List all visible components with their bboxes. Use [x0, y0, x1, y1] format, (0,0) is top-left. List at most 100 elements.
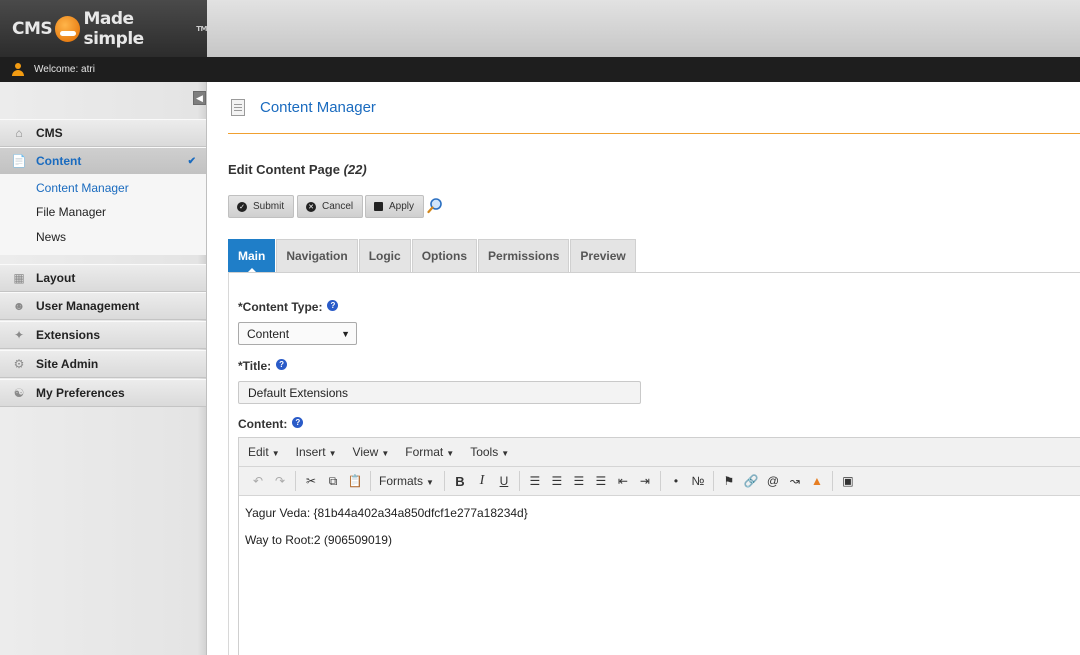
cut-icon[interactable]: ✂ [300, 470, 322, 492]
logo-text: CMS Made simple TM [12, 9, 207, 49]
nav-section-label: CMS [36, 126, 63, 140]
tab-options[interactable]: Options [411, 239, 478, 272]
italic-icon[interactable]: I [471, 470, 493, 492]
users-icon: ☻ [12, 299, 26, 313]
content-type-select[interactable]: Content ▼ [238, 322, 357, 345]
page-icon [231, 99, 245, 116]
title-value: Default Extensions [248, 385, 349, 400]
sidebar-item-file-manager[interactable]: File Manager [36, 205, 106, 219]
main-tab-panel: *Content Type: ? Content ▼ *Title: ? Def… [228, 272, 1080, 655]
menu-tools[interactable]: Tools ▼ [470, 445, 509, 459]
tab-preview[interactable]: Preview [570, 239, 636, 272]
align-center-icon[interactable]: ☰ [546, 470, 568, 492]
align-left-icon[interactable]: ☰ [524, 470, 546, 492]
toolbar-separator [659, 471, 661, 491]
toolbar-separator [712, 471, 714, 491]
rich-text-editor: Edit ▼ Insert ▼ View ▼ Format ▼ Tools ▼ ↶ ↷ ✂… [238, 437, 1080, 655]
email-icon[interactable]: @ [762, 470, 784, 492]
main-content: Content Manager Edit Content Page (22) ✓… [207, 82, 1080, 655]
nav-section-label: Extensions [36, 328, 101, 342]
home-icon: ⌂ [15, 126, 23, 140]
formats-dropdown[interactable]: Formats ▼ [379, 474, 434, 488]
bullet-list-icon[interactable]: • [665, 470, 687, 492]
menu-label: Edit [248, 445, 269, 459]
toolbar-separator [518, 471, 520, 491]
content-label-text: Content: [238, 417, 288, 431]
submit-label: Submit [253, 201, 285, 212]
align-justify-icon[interactable]: ☰ [590, 470, 612, 492]
nav-section-extensions[interactable]: ✦ Extensions [0, 321, 206, 349]
image-icon[interactable]: ▣ [837, 470, 859, 492]
formats-label: Formats [379, 474, 424, 488]
menu-insert[interactable]: Insert ▼ [296, 445, 337, 459]
bold-icon[interactable]: B [449, 470, 471, 492]
nav-section-content[interactable]: 📄 Content ✔ [0, 147, 206, 175]
nav-section-layout[interactable]: ▦ Layout [0, 264, 206, 292]
header: CMS Made simple TM [0, 0, 1080, 57]
apply-button[interactable]: Apply [365, 195, 425, 218]
toolbar-separator [831, 471, 833, 491]
logo-left-text: CMS [12, 18, 53, 39]
chevron-down-icon: ▼ [341, 329, 350, 339]
site-admin-icon: ⚙ [13, 357, 25, 371]
menu-edit[interactable]: Edit ▼ [248, 445, 280, 459]
undo-icon[interactable]: ↶ [247, 470, 269, 492]
nav-section-site-admin[interactable]: ⚙ Site Admin [0, 350, 206, 378]
help-icon[interactable]: ? [276, 358, 288, 370]
cancel-button[interactable]: ✕ Cancel [297, 195, 364, 218]
sidebar-item-news[interactable]: News [36, 230, 66, 244]
bookmark-icon[interactable]: ⚑ [718, 470, 740, 492]
link-icon[interactable]: 🔗 [740, 470, 762, 492]
editor-menubar: Edit ▼ Insert ▼ View ▼ Format ▼ Tools ▼ [239, 438, 1080, 467]
content-submenu: Content Manager File Manager News [0, 174, 206, 255]
apply-label: Apply [389, 201, 415, 212]
page-title[interactable]: Content Manager [260, 99, 376, 116]
cms-link-icon[interactable]: ▲ [806, 470, 828, 492]
user-icon [12, 63, 24, 76]
menu-format[interactable]: Format ▼ [405, 445, 454, 459]
title-input[interactable]: Default Extensions [238, 381, 641, 404]
tab-navigation[interactable]: Navigation [276, 239, 358, 272]
nav-section-label: User Management [36, 299, 140, 313]
tab-bar: Main Navigation Logic Options Permission… [228, 239, 637, 273]
caret-down-icon: ▼ [426, 478, 434, 487]
editor-body[interactable]: Yagur Veda: {81b44a402a34a850dfcf1e277a1… [239, 496, 1080, 570]
nav-section-my-preferences[interactable]: ☯ My Preferences [0, 379, 206, 407]
title-label-text: *Title: [238, 359, 272, 373]
preview-icon[interactable] [427, 197, 443, 215]
edit-heading: Edit Content Page (22) [228, 162, 367, 177]
collapse-sidebar-button[interactable]: ◀ [193, 91, 206, 105]
chevron-left-icon: ◀ [196, 92, 203, 103]
content-icon: 📄 [11, 154, 27, 168]
copy-icon[interactable]: ⧉ [322, 470, 344, 492]
redo-icon[interactable]: ↷ [269, 470, 291, 492]
tab-main[interactable]: Main [228, 239, 276, 273]
logo[interactable]: CMS Made simple TM [0, 0, 207, 57]
unlink-icon[interactable]: ↝ [784, 470, 806, 492]
menu-view[interactable]: View ▼ [353, 445, 390, 459]
toolbar-separator [370, 471, 371, 491]
tab-logic[interactable]: Logic [358, 239, 411, 272]
submit-button[interactable]: ✓ Submit [228, 195, 295, 218]
toolbar-separator [443, 471, 445, 491]
title-label: *Title: ? [238, 358, 288, 373]
editor-toolbar: ↶ ↷ ✂ ⧉ 📋 Formats ▼ B I U ☰ ☰ ☰ ☰ ⇤ ⇥ • … [239, 467, 1080, 496]
paste-icon[interactable]: 📋 [344, 470, 366, 492]
user-bar: Welcome: atri [0, 57, 1080, 82]
menu-label: View [352, 445, 379, 459]
nav-section-label: Layout [36, 271, 76, 285]
edit-page-id: (22) [343, 162, 367, 177]
help-icon[interactable]: ? [327, 299, 339, 311]
save-icon [374, 202, 383, 211]
nav-section-user-management[interactable]: ☻ User Management [0, 292, 206, 320]
help-icon[interactable]: ? [292, 416, 304, 428]
align-right-icon[interactable]: ☰ [568, 470, 590, 492]
numbered-list-icon[interactable]: № [687, 470, 709, 492]
sidebar-item-content-manager[interactable]: Content Manager [36, 181, 129, 195]
content-type-value: Content [247, 326, 290, 341]
tab-permissions[interactable]: Permissions [478, 239, 570, 272]
underline-icon[interactable]: U [493, 470, 515, 492]
indent-icon[interactable]: ⇥ [634, 470, 656, 492]
nav-section-cms[interactable]: ⌂ CMS [0, 119, 206, 147]
outdent-icon[interactable]: ⇤ [612, 470, 634, 492]
